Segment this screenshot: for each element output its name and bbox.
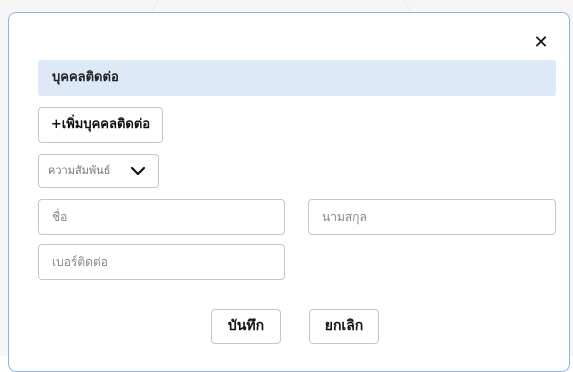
phone-field[interactable]: เบอร์ติดต่อ (38, 244, 285, 280)
first-name-placeholder: ชื่อ (52, 210, 68, 224)
first-name-field[interactable]: ชื่อ (38, 199, 285, 235)
last-name-placeholder: นามสกุล (322, 210, 367, 224)
relationship-select-value: ความสัมพันธ์ (48, 164, 111, 177)
add-contact-button[interactable]: +เพิ่มบุคคลติดต่อ (38, 107, 163, 143)
phone-placeholder: เบอร์ติดต่อ (52, 255, 108, 269)
relationship-select[interactable]: ความสัมพันธ์ (38, 154, 159, 188)
cancel-button[interactable]: ยกเลิก (309, 309, 379, 344)
section-title: บุคคลติดต่อ (38, 60, 556, 96)
save-button[interactable]: บันทึก (211, 309, 281, 344)
last-name-field[interactable]: นามสกุล (308, 199, 556, 235)
chevron-down-icon (130, 166, 146, 176)
close-icon[interactable]: ✕ (530, 32, 552, 54)
